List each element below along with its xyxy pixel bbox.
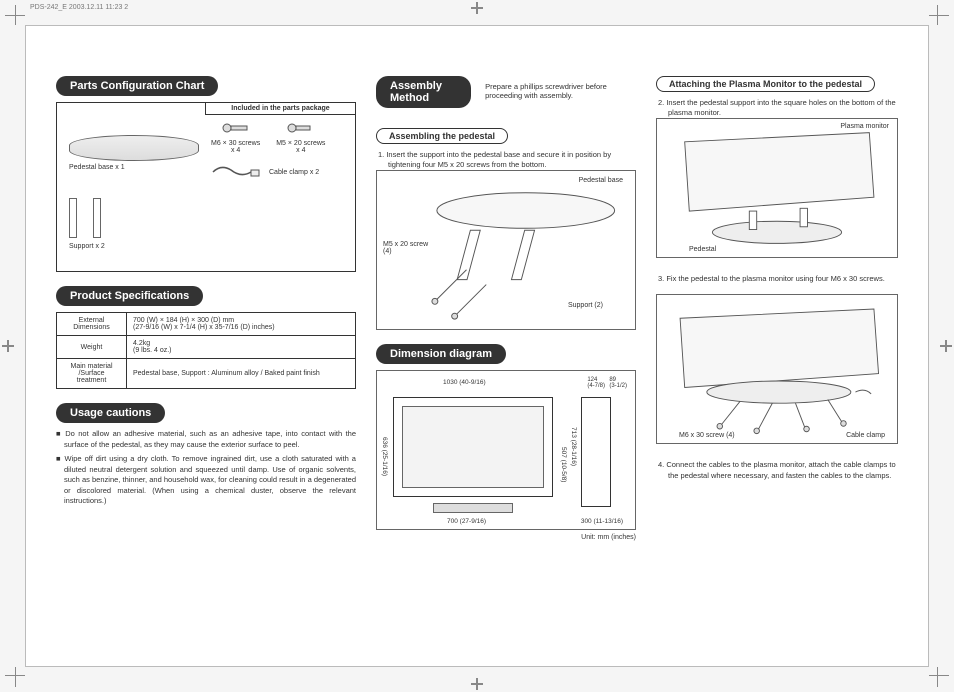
spec-label: Weight: [57, 336, 127, 359]
manual-page: Parts Configuration Chart Included in th…: [25, 25, 929, 667]
callout-support: Support (2): [566, 302, 605, 309]
dim-side-depth: 300 (11-13/16): [581, 518, 623, 525]
table-row: External Dimensions 700 (W) × 184 (H) × …: [57, 313, 356, 336]
callout-pedestal: Pedestal: [687, 246, 718, 253]
dim-height-left: 636 (25-1/16): [381, 437, 388, 476]
screw-icon: [287, 121, 315, 135]
crop-mark: [15, 667, 17, 687]
pedestal-base-label: Pedestal base x 1: [69, 164, 201, 171]
spec-label: Main material /Surface treatment: [57, 359, 127, 389]
cable-clamp-icon: [211, 162, 261, 182]
registration-mark-icon: [471, 2, 483, 14]
dim-side-h1: 713 (28-1/16): [570, 427, 577, 466]
dim-width-top: 1030 (40-9/16): [443, 379, 486, 386]
crop-mark: [15, 5, 17, 25]
callout-m6-screw: M6 x 30 screw (4): [677, 432, 737, 439]
callout-plasma-monitor: Plasma monitor: [838, 123, 891, 130]
attaching-monitor-diagram: Plasma monitor Pedestal: [656, 118, 898, 258]
caution-item: Do not allow an adhesive material, such …: [56, 429, 356, 450]
dim-base-width: 700 (27-9/16): [447, 518, 486, 525]
product-specs-heading: Product Specifications: [56, 286, 203, 306]
registration-mark-icon: [2, 340, 14, 352]
assembly-method-heading: Assembly Method: [376, 76, 471, 108]
assembling-pedestal-section: Assembling the pedestal 1. Insert the su…: [376, 128, 636, 330]
dimension-diagram-section: Dimension diagram 1030 (40-9/16) 636 (25…: [376, 344, 636, 541]
screw-icon: [222, 121, 250, 135]
parts-config-section: Parts Configuration Chart Included in th…: [56, 76, 356, 272]
tv-side-view-icon: [581, 397, 611, 507]
dimension-diagram-heading: Dimension diagram: [376, 344, 506, 364]
step-4-text: 4. Connect the cables to the plasma moni…: [656, 460, 898, 480]
caution-item: Wipe off dirt using a dry cloth. To remo…: [56, 454, 356, 507]
crop-mark: [937, 5, 939, 25]
dimension-diagram: 1030 (40-9/16) 636 (25-1/16) 700 (27-9/1…: [376, 370, 636, 530]
page-header-meta: PDS-242_E 2003.12.11 11:23 2: [30, 4, 128, 11]
tv-front-view-icon: [393, 397, 553, 497]
spec-label: External Dimensions: [57, 313, 127, 336]
left-column: Parts Configuration Chart Included in th…: [56, 76, 356, 636]
stand-front-icon: [433, 503, 513, 513]
assembling-pedestal-heading: Assembling the pedestal: [376, 128, 508, 144]
table-row: Weight 4.2kg (9 lbs. 4 oz.): [57, 336, 356, 359]
usage-cautions-heading: Usage cautions: [56, 403, 165, 423]
spec-value: Pedestal base, Support : Aluminum alloy …: [127, 359, 356, 389]
step-3-text: 3. Fix the pedestal to the plasma monito…: [656, 274, 898, 284]
m6-screws-label: M6 × 30 screws x 4: [211, 140, 260, 154]
spec-value: 700 (W) × 184 (H) × 300 (D) mm (27-9/16 …: [127, 313, 356, 336]
included-header: Included in the parts package: [205, 103, 355, 115]
support-icon: [69, 198, 77, 238]
attaching-monitor-section: Attaching the Plasma Monitor to the pede…: [656, 76, 898, 264]
support-icon: [93, 198, 101, 238]
fix-pedestal-diagram: M6 x 30 screw (4) Cable clamp: [656, 294, 898, 444]
crop-mark: [929, 15, 949, 17]
dim-d1: 124 (4-7/8): [587, 377, 605, 389]
step-1-text: 1. Insert the support into the pedestal …: [376, 150, 636, 170]
dimension-unit-note: Unit: mm (inches): [376, 534, 636, 541]
cable-clamp-label: Cable clamp x 2: [269, 169, 319, 176]
dim-side-h2: 507 (10-5/8): [560, 447, 567, 482]
registration-mark-icon: [940, 340, 952, 352]
m5-screws-label: M5 × 20 screws x 4: [276, 140, 325, 154]
callout-m5-screw: M5 x 20 screw (4): [381, 241, 430, 255]
pedestal-base-icon: [69, 135, 199, 161]
assembly-intro: Prepare a phillips screwdriver before pr…: [481, 76, 636, 100]
dim-d2: 89 (3-1/2): [609, 377, 627, 389]
parts-config-box: Included in the parts package Pedestal b…: [56, 102, 356, 272]
spec-value: 4.2kg (9 lbs. 4 oz.): [127, 336, 356, 359]
callout-pedestal-base: Pedestal base: [577, 177, 625, 184]
crop-mark: [929, 675, 949, 677]
crop-mark: [937, 667, 939, 687]
table-row: Main material /Surface treatment Pedesta…: [57, 359, 356, 389]
step-2-text: 2. Insert the pedestal support into the …: [656, 98, 898, 118]
right-column: Attaching the Plasma Monitor to the pede…: [656, 76, 898, 636]
specs-table: External Dimensions 700 (W) × 184 (H) × …: [56, 312, 356, 389]
parts-config-heading: Parts Configuration Chart: [56, 76, 218, 96]
product-specs-section: Product Specifications External Dimensio…: [56, 286, 356, 389]
callout-cable-clamp: Cable clamp: [844, 432, 887, 439]
usage-cautions-section: Usage cautions Do not allow an adhesive …: [56, 403, 356, 511]
middle-column: Assembly Method Prepare a phillips screw…: [376, 76, 636, 636]
support-label: Support x 2: [69, 243, 201, 250]
assembling-pedestal-diagram: Pedestal base M5 x 20 screw (4) Support …: [376, 170, 636, 330]
registration-mark-icon: [471, 678, 483, 690]
attaching-monitor-heading: Attaching the Plasma Monitor to the pede…: [656, 76, 875, 92]
